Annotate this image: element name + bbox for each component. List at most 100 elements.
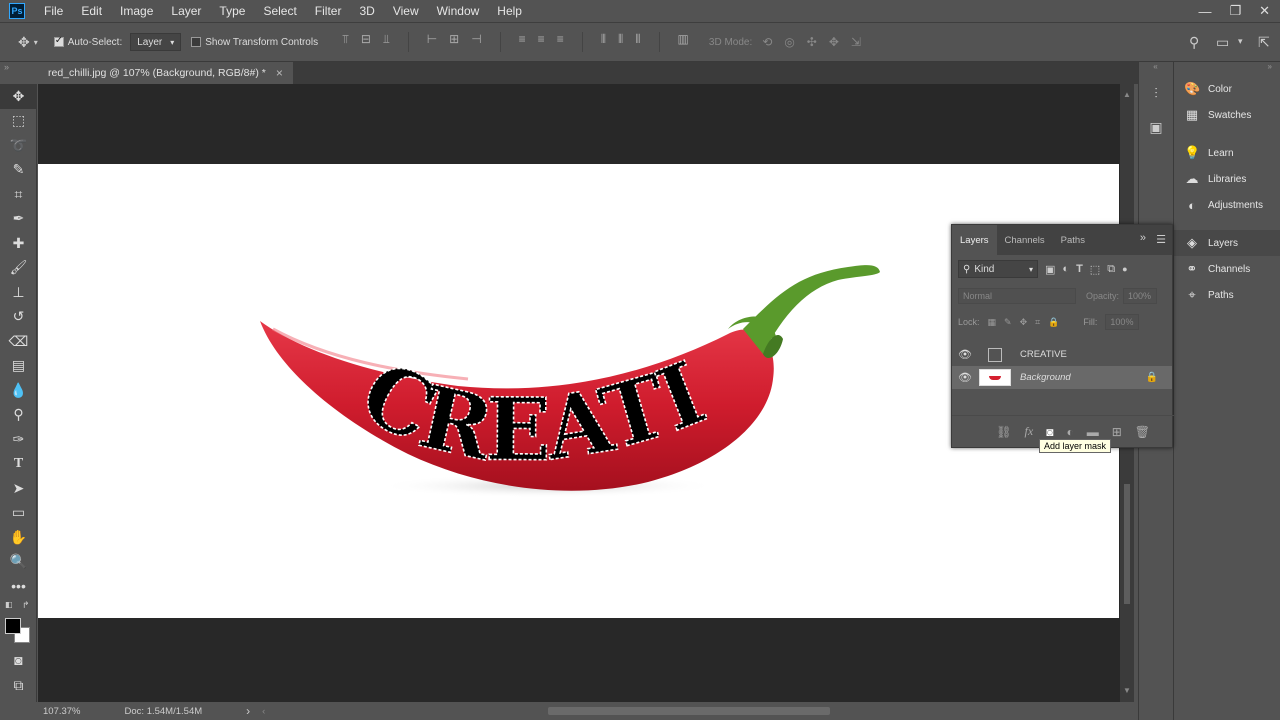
distribute-vcenter-icon[interactable]: ≡ [538, 32, 545, 52]
zoom-level[interactable]: 107.37% [43, 706, 81, 717]
panel-swatches[interactable]: ▦ Swatches [1174, 102, 1280, 128]
3d-roll-icon[interactable]: ◎ [784, 35, 794, 49]
search-icon[interactable]: ⚲ [1189, 34, 1199, 51]
align-top-icon[interactable]: ⫪ [342, 32, 349, 52]
show-transform-checkbox[interactable] [191, 37, 202, 47]
lock-artboard-icon[interactable]: ⌗ [1035, 317, 1040, 328]
menu-window[interactable]: Window [428, 0, 489, 22]
expand-panel-icon[interactable]: » [1140, 232, 1146, 244]
layer-row-selected[interactable]: 👁 Background 🔒 [952, 366, 1172, 389]
new-group-icon[interactable]: ▬ [1087, 425, 1099, 439]
eye-icon[interactable]: 👁 [952, 348, 978, 361]
panel-layers[interactable]: ◈ Layers [1174, 230, 1280, 256]
filter-shape-icon[interactable]: ⬚ [1090, 263, 1100, 276]
swap-colors-icon[interactable]: ↱ [22, 600, 30, 611]
hand-tool-icon[interactable]: ✋ [0, 525, 37, 550]
close-icon[interactable]: ✕ [1259, 3, 1270, 19]
panel-channels[interactable]: ⚭ Channels [1174, 256, 1280, 282]
align-right-icon[interactable]: ⊣ [471, 32, 481, 52]
distribute-top-icon[interactable]: ≡ [519, 32, 526, 52]
healing-brush-tool-icon[interactable]: ✚ [0, 231, 37, 256]
path-select-tool-icon[interactable]: ➤ [0, 476, 37, 501]
blur-tool-icon[interactable]: 💧 [0, 378, 37, 403]
panel-learn[interactable]: 💡 Learn [1174, 140, 1280, 166]
dodge-tool-icon[interactable]: ⚲ [0, 403, 37, 428]
fill-field[interactable]: 100% [1105, 314, 1140, 330]
move-tool-icon[interactable]: ✥ [18, 34, 30, 51]
menu-image[interactable]: Image [111, 0, 162, 22]
filter-smart-object-icon[interactable]: ⧉ [1107, 263, 1115, 276]
info-panel-icon[interactable]: ▣ [1139, 110, 1173, 144]
move-tool-icon[interactable]: ✥ [0, 84, 37, 109]
filter-adjustment-icon[interactable]: ◐ [1062, 263, 1069, 275]
3d-scale-icon[interactable]: ⇲ [851, 35, 861, 49]
crop-tool-icon[interactable]: ⌗ [0, 182, 37, 207]
scroll-left-icon[interactable]: ‹ [262, 706, 265, 717]
pen-tool-icon[interactable]: ✑ [0, 427, 37, 452]
workspace-icon[interactable]: ▭ [1216, 34, 1229, 51]
distribute-left-icon[interactable]: ⦀ [601, 32, 606, 52]
clone-stamp-tool-icon[interactable]: ⊥ [0, 280, 37, 305]
menu-file[interactable]: File [35, 0, 72, 22]
auto-select-target-dropdown[interactable]: Layer ▾ [130, 33, 182, 51]
lock-pixels-icon[interactable]: ✎ [1004, 317, 1012, 328]
auto-align-icon[interactable]: ▥ [678, 32, 689, 52]
align-hcenter-icon[interactable]: ⊞ [449, 32, 459, 52]
chevron-down-icon[interactable]: ▾ [1238, 36, 1243, 47]
menu-help[interactable]: Help [488, 0, 531, 22]
distribute-hcenter-icon[interactable]: ⦀ [618, 32, 623, 52]
blend-mode-dropdown[interactable]: Normal [958, 288, 1076, 304]
panel-libraries[interactable]: ☁ Libraries [1174, 166, 1280, 192]
restore-icon[interactable]: ❐ [1229, 3, 1241, 19]
opacity-field[interactable]: 100% [1123, 288, 1158, 304]
layer-name[interactable]: CREATIVE [1020, 349, 1067, 360]
menu-view[interactable]: View [384, 0, 428, 22]
panel-paths[interactable]: ⌖ Paths [1174, 282, 1280, 308]
menu-select[interactable]: Select [254, 0, 305, 22]
brush-tool-icon[interactable]: 🖌 [0, 256, 37, 281]
menu-type[interactable]: Type [210, 0, 254, 22]
filter-type-icon[interactable]: T [1076, 263, 1083, 275]
quick-select-tool-icon[interactable]: ✎ [0, 158, 37, 183]
menu-layer[interactable]: Layer [162, 0, 210, 22]
filter-kind-dropdown[interactable]: ⚲ Kind ▾ [958, 260, 1038, 278]
filter-toggle-icon[interactable]: ● [1122, 264, 1127, 274]
collapse-panels-icon[interactable]: « [1139, 62, 1172, 76]
type-tool-icon[interactable]: T [0, 452, 37, 477]
3d-pan-icon[interactable]: ✣ [807, 35, 817, 49]
default-colors-icon[interactable]: ◧ [5, 600, 13, 609]
link-layers-icon[interactable]: ⛓ [996, 425, 1011, 439]
history-brush-tool-icon[interactable]: ↺ [0, 305, 37, 330]
zoom-tool-icon[interactable]: 🔍 [0, 550, 37, 575]
horizontal-scroll-thumb[interactable] [548, 707, 830, 715]
menu-filter[interactable]: Filter [306, 0, 351, 22]
lock-all-icon[interactable]: 🔒 [1048, 317, 1059, 328]
distribute-bottom-icon[interactable]: ≡ [557, 32, 564, 52]
auto-select-checkbox[interactable] [53, 35, 64, 47]
minimize-icon[interactable]: — [1198, 4, 1211, 19]
new-layer-icon[interactable]: ⊞ [1112, 425, 1122, 439]
tab-paths[interactable]: Paths [1053, 225, 1093, 255]
panel-adjustments[interactable]: ◐ Adjustments [1174, 192, 1280, 218]
menu-3d[interactable]: 3D [350, 0, 383, 22]
align-vcenter-icon[interactable]: ⊟ [361, 32, 371, 52]
status-menu-arrow[interactable]: › [246, 704, 250, 718]
more-tools-icon[interactable]: ••• [0, 574, 37, 599]
quick-mask-icon[interactable]: ◙ [0, 648, 37, 673]
document-tab[interactable]: red_chilli.jpg @ 107% (Background, RGB/8… [38, 62, 293, 84]
add-layer-mask-icon[interactable]: ◙ [1046, 425, 1053, 439]
layer-row[interactable]: 👁 CREATIVE [952, 343, 1172, 366]
chevron-down-icon[interactable]: ▾ [34, 38, 38, 47]
rectangle-tool-icon[interactable]: ▭ [0, 501, 37, 526]
screen-mode-icon[interactable]: ⧉ [0, 673, 37, 698]
marquee-tool-icon[interactable]: ⬚ [0, 109, 37, 134]
panel-menu-icon[interactable]: ☰ [1156, 233, 1166, 246]
3d-orbit-icon[interactable]: ⟲ [762, 35, 772, 49]
collapse-dock-icon[interactable]: » [1174, 62, 1280, 76]
eraser-tool-icon[interactable]: ⌫ [0, 329, 37, 354]
panel-color[interactable]: 🎨 Color [1174, 76, 1280, 102]
foreground-color-swatch[interactable] [5, 618, 21, 634]
fx-icon[interactable]: fx [1025, 424, 1034, 439]
distribute-right-icon[interactable]: ⦀ [635, 32, 640, 52]
layer-name[interactable]: Background [1020, 372, 1071, 383]
